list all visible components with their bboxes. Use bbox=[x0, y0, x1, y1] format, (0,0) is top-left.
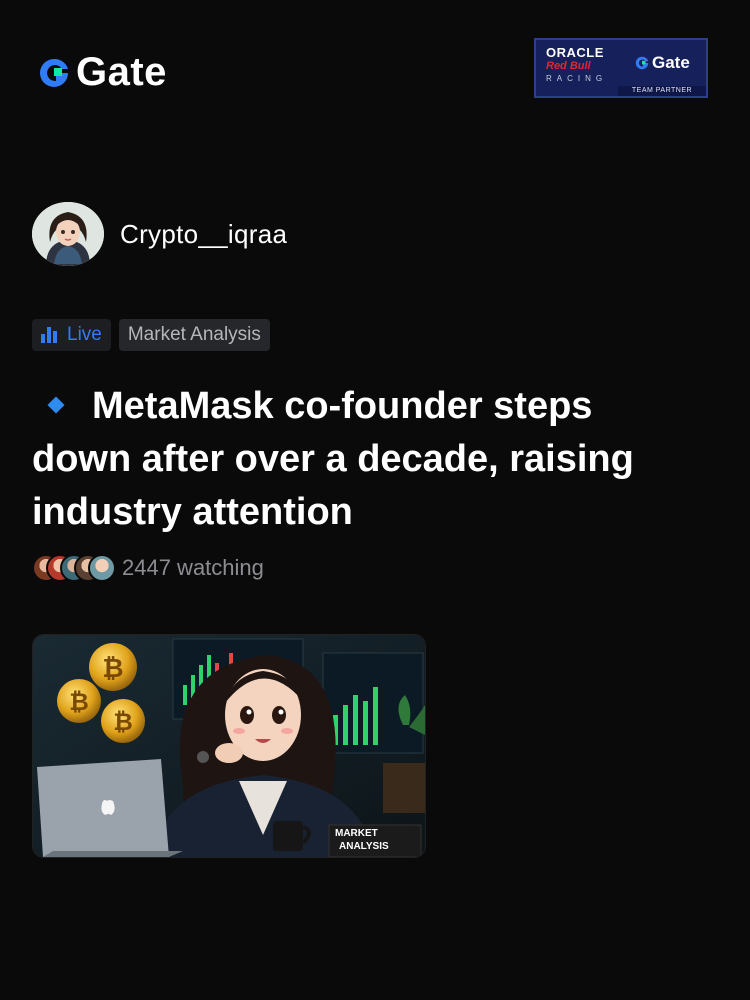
category-label: Market Analysis bbox=[127, 324, 261, 345]
live-label: Live bbox=[67, 324, 102, 345]
viewer-avatar-stack bbox=[32, 554, 116, 582]
badge-oracle-text: ORACLE bbox=[546, 45, 604, 60]
badge-racing-text: RACING bbox=[546, 74, 608, 83]
diamond-icon bbox=[47, 396, 65, 414]
post-headline[interactable]: MetaMask co-founder steps down after ove… bbox=[32, 380, 692, 539]
badge-partner-text: TEAM PARTNER bbox=[618, 86, 706, 96]
svg-text:₿: ₿ bbox=[102, 653, 123, 683]
watching-count: 2447 watching bbox=[122, 555, 264, 580]
svg-text:₿: ₿ bbox=[69, 689, 89, 716]
badge-redbull-text: Red Bull bbox=[546, 60, 591, 72]
live-tag[interactable]: Live bbox=[32, 319, 111, 351]
author-name[interactable]: Crypto__iqraa bbox=[120, 219, 287, 250]
thumbnail-overlay-line2: ANALYSIS bbox=[339, 841, 389, 852]
gate-logo-icon bbox=[635, 56, 649, 70]
headline-text: MetaMask co-founder steps down after ove… bbox=[32, 385, 634, 533]
badge-gate-logo: Gate bbox=[634, 53, 690, 73]
live-bars-icon bbox=[41, 327, 57, 343]
team-partner-badge[interactable]: ORACLE Red Bull RACING Gate TEAM PARTNER bbox=[534, 38, 708, 98]
avatar[interactable] bbox=[32, 202, 104, 266]
category-tag[interactable]: Market Analysis bbox=[118, 319, 270, 351]
avatar-illustration-icon bbox=[32, 202, 104, 266]
svg-text:₿: ₿ bbox=[113, 709, 133, 736]
gate-logo-icon bbox=[40, 58, 68, 87]
gate-logo-text: Gate bbox=[76, 50, 167, 94]
watching-row: 2447 watching bbox=[32, 554, 264, 582]
thumbnail-overlay-line1: MARKET bbox=[335, 828, 378, 839]
tag-row: Live Market Analysis bbox=[32, 319, 270, 351]
post-thumbnail[interactable]: ₿ ₿ ₿ MARKET ANALYSIS bbox=[32, 634, 426, 858]
badge-gate-text: Gate bbox=[652, 53, 690, 72]
market-analysis-illustration: ₿ ₿ ₿ MARKET ANALYSIS bbox=[33, 635, 425, 857]
gate-logo[interactable]: Gate bbox=[36, 50, 167, 95]
author-row[interactable]: Crypto__iqraa bbox=[32, 202, 287, 266]
viewer-avatar bbox=[88, 554, 116, 582]
